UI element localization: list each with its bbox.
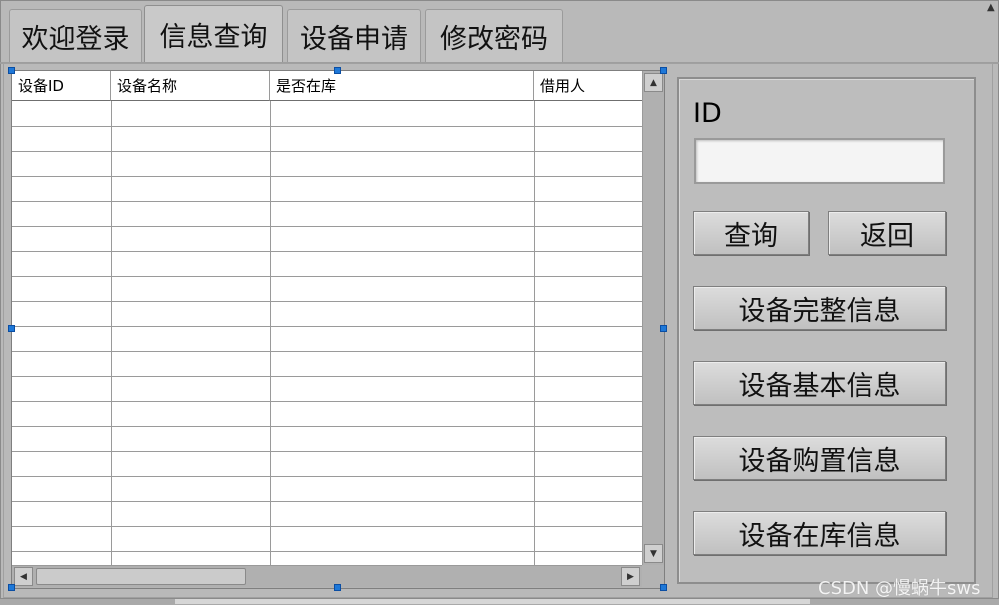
table-row[interactable] <box>12 426 642 427</box>
selection-handle[interactable] <box>334 584 341 591</box>
selection-handle[interactable] <box>8 584 15 591</box>
table-row[interactable] <box>12 376 642 377</box>
table-row[interactable] <box>12 251 642 252</box>
selection-handle[interactable] <box>8 325 15 332</box>
arrow-right-icon[interactable]: ▶ <box>621 567 640 586</box>
table-row[interactable] <box>12 301 642 302</box>
arrow-down-icon[interactable]: ▼ <box>644 544 663 563</box>
device-table-grid[interactable]: 设备ID 设备名称 是否在库 借用人 <box>12 71 642 565</box>
device-basic-info-button[interactable]: 设备基本信息 <box>693 361 946 405</box>
arrow-up-icon[interactable]: ▲ <box>644 73 663 92</box>
tab-label: 设备申请 <box>300 24 408 55</box>
watermark: CSDN @慢蜗牛sws <box>818 578 981 599</box>
column-divider <box>111 101 112 565</box>
table-row[interactable] <box>12 351 642 352</box>
back-button[interactable]: 返回 <box>828 211 946 255</box>
selection-handle[interactable] <box>660 584 667 591</box>
selection-handle[interactable] <box>660 325 667 332</box>
window-scroll-up-icon[interactable]: ▲ <box>987 2 995 13</box>
table-row[interactable] <box>12 451 642 452</box>
tab-label: 欢迎登录 <box>21 24 130 55</box>
table-row[interactable] <box>12 551 642 552</box>
column-divider <box>270 101 271 565</box>
arrow-left-icon[interactable]: ◀ <box>14 567 33 586</box>
tab-label: 修改密码 <box>440 24 548 55</box>
table-vertical-scrollbar[interactable] <box>642 71 664 565</box>
column-header-borrower[interactable]: 借用人 <box>534 71 642 101</box>
tab-welcome-login[interactable]: 欢迎登录 <box>9 9 142 63</box>
device-purchase-info-button[interactable]: 设备购置信息 <box>693 436 946 480</box>
selection-handle[interactable] <box>334 67 341 74</box>
query-button[interactable]: 查询 <box>693 211 809 255</box>
table-row[interactable] <box>12 151 642 152</box>
table-row[interactable] <box>12 401 642 402</box>
tab-label: 信息查询 <box>159 22 268 53</box>
selection-handle[interactable] <box>660 67 667 74</box>
column-divider <box>534 101 535 565</box>
table-row[interactable] <box>12 276 642 277</box>
tab-change-password[interactable]: 修改密码 <box>425 9 563 63</box>
tab-info-query[interactable]: 信息查询 <box>144 5 283 63</box>
device-full-info-button[interactable]: 设备完整信息 <box>693 286 946 330</box>
table-row[interactable] <box>12 326 642 327</box>
horizontal-scroll-thumb[interactable] <box>36 568 246 585</box>
table-row[interactable] <box>12 526 642 527</box>
table-row[interactable] <box>12 126 642 127</box>
table-row[interactable] <box>12 476 642 477</box>
id-input[interactable] <box>694 138 945 184</box>
table-row[interactable] <box>12 226 642 227</box>
id-label: ID <box>693 98 722 129</box>
column-header-in-stock[interactable]: 是否在库 <box>270 71 534 101</box>
bottom-scroll-thumb[interactable] <box>175 599 810 604</box>
column-header-device-name[interactable]: 设备名称 <box>111 71 270 101</box>
table-row[interactable] <box>12 501 642 502</box>
tab-device-apply[interactable]: 设备申请 <box>287 9 421 63</box>
table-row[interactable] <box>12 201 642 202</box>
column-header-device-id[interactable]: 设备ID <box>12 71 111 101</box>
selection-handle[interactable] <box>8 67 15 74</box>
table-row[interactable] <box>12 176 642 177</box>
device-stock-info-button[interactable]: 设备在库信息 <box>693 511 946 555</box>
